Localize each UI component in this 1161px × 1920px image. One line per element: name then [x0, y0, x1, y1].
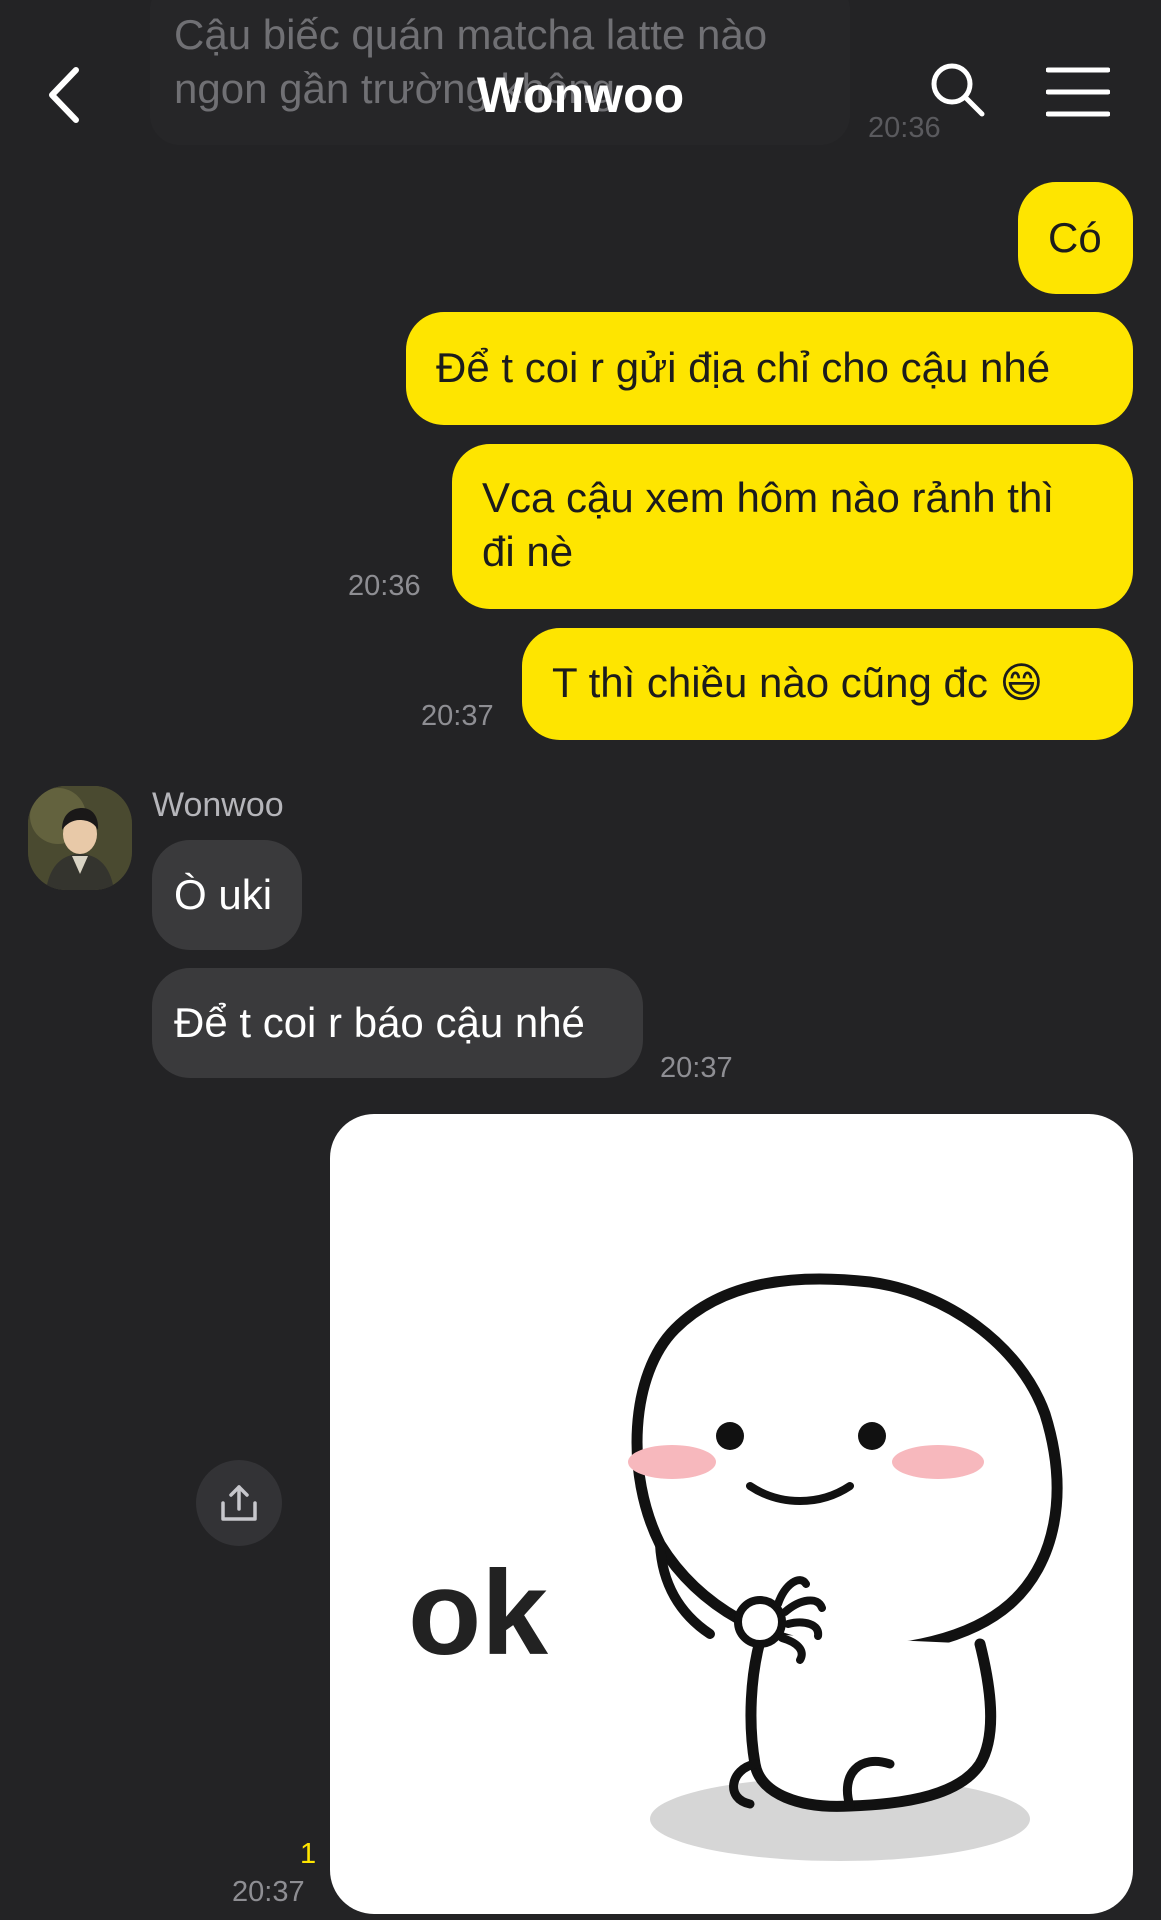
hamburger-menu-icon: [1045, 67, 1111, 117]
sender-name: Wonwoo: [152, 786, 284, 824]
message-time: 20:37: [421, 700, 494, 732]
my-message-text: T thì chiều nào cũng đc 😄: [552, 659, 1044, 706]
their-message-text: Để t coi r báo cậu nhé: [174, 999, 585, 1046]
menu-button[interactable]: [1045, 66, 1111, 118]
my-message-text: Để t coi r gửi địa chỉ cho cậu nhé: [436, 344, 1051, 391]
their-message-bubble[interactable]: Để t coi r báo cậu nhé: [152, 968, 643, 1078]
search-icon: [931, 63, 985, 117]
their-message-text: Ò uki: [174, 871, 273, 918]
message-time: 20:37: [660, 1052, 733, 1084]
search-button[interactable]: [928, 60, 988, 120]
sticker-text: ok: [408, 1546, 548, 1680]
my-message-text: Có: [1048, 214, 1102, 261]
sticker-message[interactable]: ok: [330, 1114, 1133, 1914]
my-message-bubble[interactable]: Vca cậu xem hôm nào rảnh thì đi nè: [452, 444, 1133, 609]
avatar-photo: [28, 786, 132, 890]
message-time: 20:36: [348, 570, 421, 602]
ok-sticker: ok: [408, 1273, 1063, 1861]
my-message-bubble[interactable]: Có: [1018, 182, 1133, 294]
my-message-bubble[interactable]: Để t coi r gửi địa chỉ cho cậu nhé: [406, 312, 1133, 425]
unread-count: 1: [300, 1838, 317, 1870]
share-icon: [221, 1485, 257, 1521]
share-button[interactable]: [196, 1460, 282, 1546]
my-message-text: Vca cậu xem hôm nào rảnh thì đi nè: [482, 474, 1054, 575]
my-message-bubble[interactable]: T thì chiều nào cũng đc 😄: [522, 628, 1133, 740]
chat-header: Wonwoo: [0, 40, 1161, 150]
their-message-bubble[interactable]: Ò uki: [152, 840, 302, 950]
contact-avatar[interactable]: [28, 786, 132, 890]
message-time: 20:37: [232, 1876, 305, 1908]
